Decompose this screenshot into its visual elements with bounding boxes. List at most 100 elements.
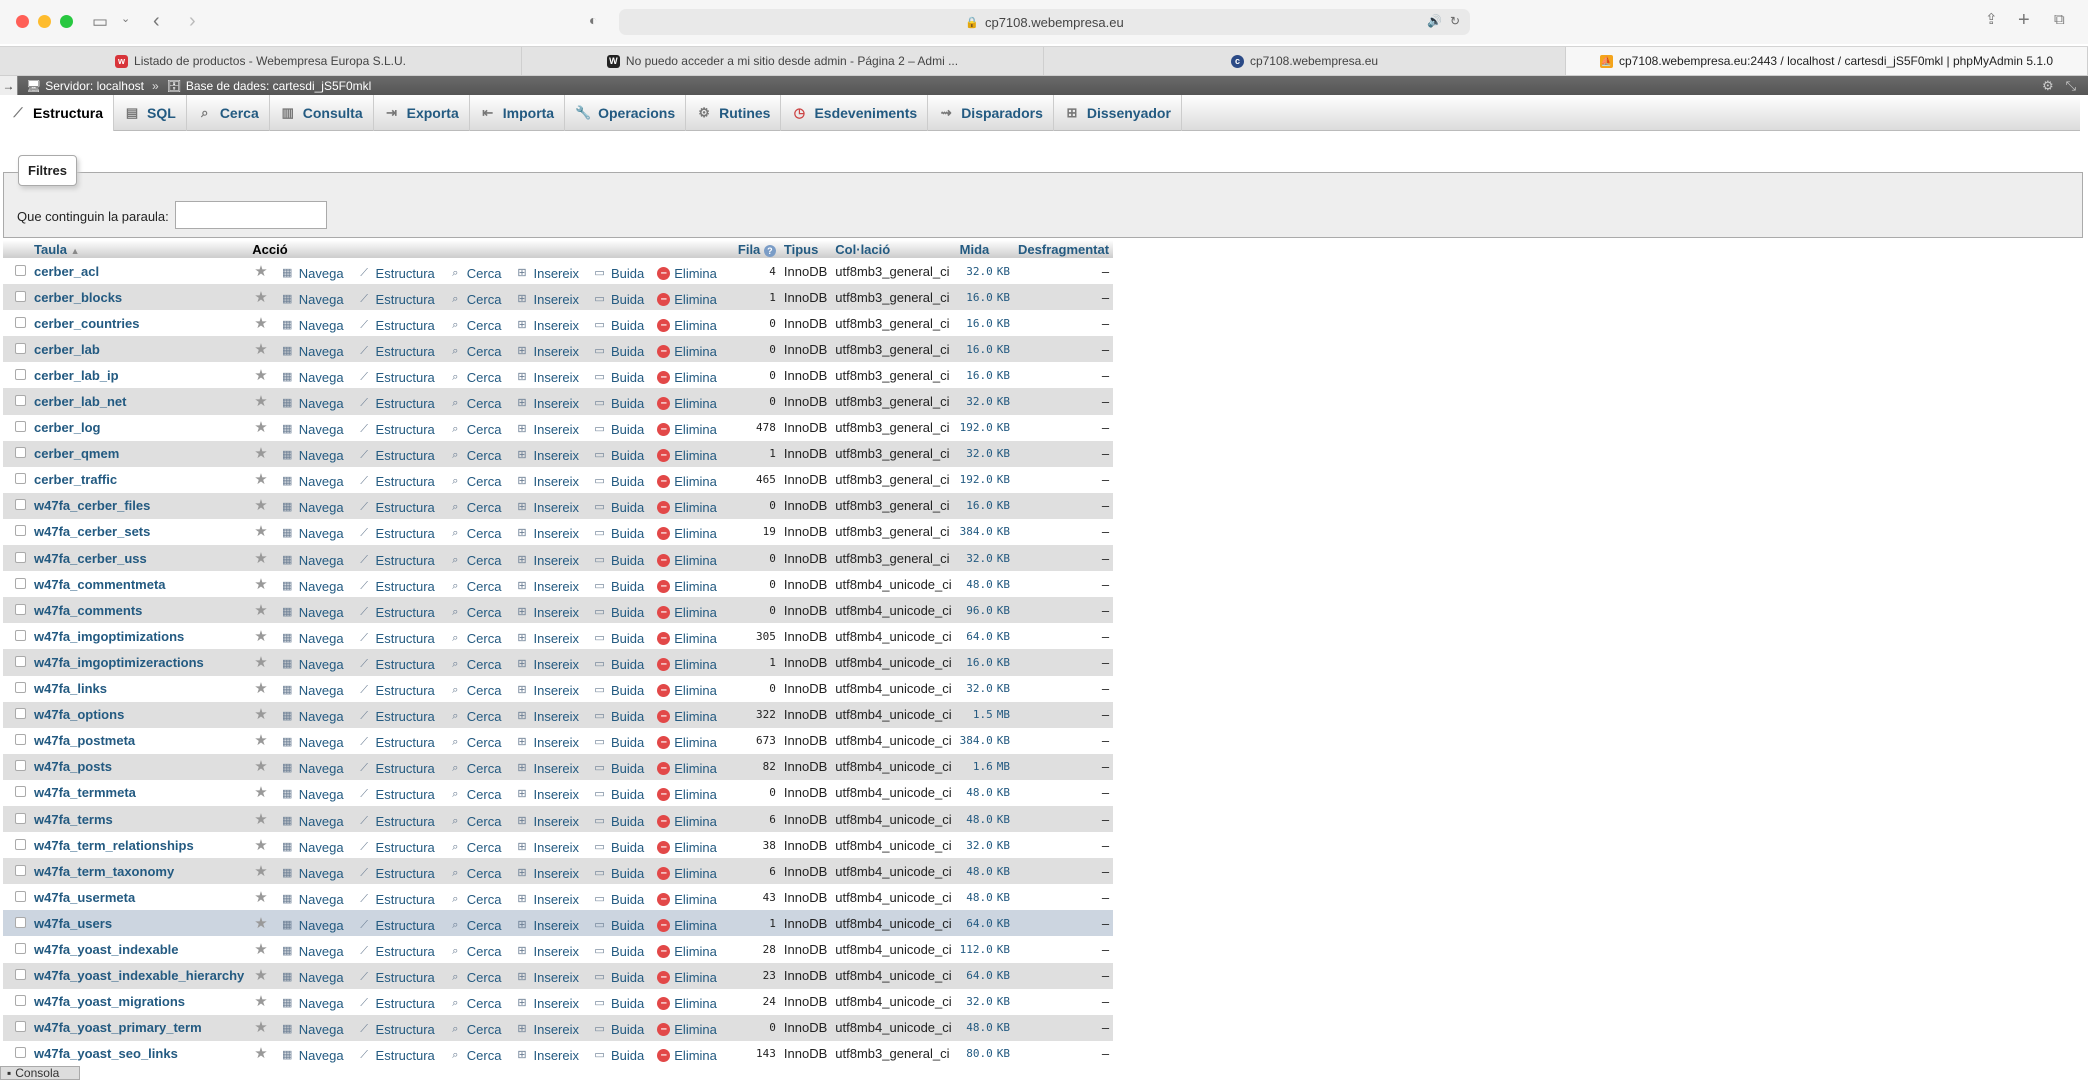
table-size[interactable]: 16.0 KB [955,310,1015,337]
browse-action[interactable]: ▦ Navega [280,840,344,855]
table-row[interactable]: cerber_lab ★ ▦ Navega ⟋ Estructura ⌕ Cerca ⊞ Inse… [3,336,1114,363]
row-checkbox[interactable] [15,603,26,615]
search-action[interactable]: ⌕ Cerca [448,474,501,489]
empty-action[interactable]: ▭ Buida [592,1022,644,1037]
drop-action[interactable]: – Elimina [657,1048,717,1063]
table-name-link[interactable]: cerber_lab_net [34,394,127,409]
row-checkbox[interactable] [15,316,26,328]
browse-action[interactable]: ▦ Navega [280,814,344,829]
settings-gear-icon[interactable]: ⚙ [2042,78,2054,94]
structure-action[interactable]: ⟋ Estructura [357,944,435,959]
empty-action[interactable]: ▭ Buida [592,474,644,489]
empty-action[interactable]: ▭ Buida [592,735,644,750]
table-row[interactable]: w47fa_imgoptimizeractions ★ ▦ Navega ⟋ Estruc… [3,649,1114,676]
table-row[interactable]: w47fa_term_relationships ★ ▦ Navega ⟋ Estruct… [3,832,1114,859]
browse-action[interactable]: ▦ Navega [280,318,344,333]
table-name-link[interactable]: w47fa_usermeta [34,890,135,905]
table-name-link[interactable]: w47fa_cerber_sets [34,524,150,539]
favorite-star-icon[interactable]: ★ [254,967,267,984]
favorite-star-icon[interactable]: ★ [254,993,267,1010]
drop-action[interactable]: – Elimina [657,292,717,307]
search-action[interactable]: ⌕ Cerca [448,553,501,568]
tab-importa[interactable]: ⇤ Importa [470,95,566,131]
drop-action[interactable]: – Elimina [657,814,717,829]
row-checkbox[interactable] [15,969,26,981]
table-name-link[interactable]: w47fa_users [34,916,112,931]
drop-action[interactable]: – Elimina [657,735,717,750]
empty-action[interactable]: ▭ Buida [592,292,644,307]
search-action[interactable]: ⌕ Cerca [448,709,501,724]
insert-action[interactable]: ⊞ Insereix [514,787,579,802]
favorite-star-icon[interactable]: ★ [254,419,267,436]
console-toggle[interactable]: ▪ Consola [0,1066,80,1080]
speaker-icon[interactable]: 🔊 [1427,14,1442,28]
structure-action[interactable]: ⟋ Estructura [357,970,435,985]
drop-action[interactable]: – Elimina [657,918,717,933]
minimize-window-button[interactable] [38,15,51,28]
structure-action[interactable]: ⟋ Estructura [357,605,435,620]
browse-action[interactable]: ▦ Navega [280,474,344,489]
browse-action[interactable]: ▦ Navega [280,892,344,907]
header-overhead[interactable]: Desfragmentat [1014,240,1114,258]
table-size[interactable]: 16.0 KB [955,362,1015,389]
search-action[interactable]: ⌕ Cerca [448,526,501,541]
table-row[interactable]: cerber_acl ★ ▦ Navega ⟋ Estructura ⌕ Cerca ⊞ Inse… [3,258,1114,285]
search-action[interactable]: ⌕ Cerca [448,579,501,594]
structure-action[interactable]: ⟋ Estructura [357,396,435,411]
structure-action[interactable]: ⟋ Estructura [357,631,435,646]
filter-input[interactable] [175,201,327,229]
table-size[interactable]: 80.0 KB [955,1040,1015,1067]
breadcrumb-server[interactable]: Servidor: localhost [45,79,144,93]
tab-cerca[interactable]: ⌕ Cerca [187,95,270,131]
help-icon[interactable]: ? [763,244,776,257]
table-row[interactable]: w47fa_links ★ ▦ Navega ⟋ Estructura ⌕ Cerca ⊞ Ins… [3,675,1114,702]
table-name-link[interactable]: cerber_lab [34,342,100,357]
table-name-link[interactable]: w47fa_yoast_seo_links [34,1046,178,1061]
table-size[interactable]: 48.0 KB [955,805,1015,833]
table-row[interactable]: cerber_countries ★ ▦ Navega ⟋ Estructura ⌕ Cerc… [3,310,1114,337]
browse-action[interactable]: ▦ Navega [280,683,344,698]
table-row[interactable]: cerber_traffic ★ ▦ Navega ⟋ Estructura ⌕ Cerca ⊞… [3,466,1114,493]
structure-action[interactable]: ⟋ Estructura [357,579,435,594]
search-action[interactable]: ⌕ Cerca [448,840,501,855]
table-name-link[interactable]: w47fa_links [34,681,107,696]
empty-action[interactable]: ▭ Buida [592,344,644,359]
table-size[interactable]: 32.0 KB [955,988,1015,1015]
browse-action[interactable]: ▦ Navega [280,996,344,1011]
insert-action[interactable]: ⊞ Insereix [514,996,579,1011]
browse-action[interactable]: ▦ Navega [280,344,344,359]
table-name-link[interactable]: w47fa_term_relationships [34,838,194,853]
table-row[interactable]: w47fa_comments ★ ▦ Navega ⟋ Estructura ⌕ Cerca ⊞… [3,597,1114,624]
browser-tab[interactable]: w Listado de productos - Webempresa Euro… [0,47,522,75]
drop-action[interactable]: – Elimina [657,318,717,333]
browse-action[interactable]: ▦ Navega [280,1022,344,1037]
favorite-star-icon[interactable]: ★ [254,784,267,801]
drop-action[interactable]: – Elimina [657,344,717,359]
browse-action[interactable]: ▦ Navega [280,787,344,802]
row-checkbox[interactable] [15,812,26,824]
favorite-star-icon[interactable]: ★ [254,497,267,514]
tab-disparadors[interactable]: ⇝ Disparadors [928,95,1054,131]
row-checkbox[interactable] [15,368,26,380]
table-size[interactable]: 64.0 KB [955,962,1015,989]
row-checkbox[interactable] [15,473,26,485]
search-action[interactable]: ⌕ Cerca [448,292,501,307]
favorite-star-icon[interactable]: ★ [254,367,267,384]
insert-action[interactable]: ⊞ Insereix [514,709,579,724]
table-size[interactable]: 192.0 KB [955,414,1015,441]
structure-action[interactable]: ⟋ Estructura [357,657,435,672]
search-action[interactable]: ⌕ Cerca [448,448,501,463]
tab-rutines[interactable]: ⚙ Rutines [686,95,782,131]
collapse-icon[interactable]: ⤡ [2066,78,2076,94]
table-row[interactable]: w47fa_users ★ ▦ Navega ⟋ Estructura ⌕ Cerca ⊞ Ins… [3,910,1114,937]
drop-action[interactable]: – Elimina [657,396,717,411]
search-action[interactable]: ⌕ Cerca [448,735,501,750]
table-name-link[interactable]: w47fa_posts [34,759,112,774]
favorite-star-icon[interactable]: ★ [254,811,267,828]
table-row[interactable]: w47fa_termmeta ★ ▦ Navega ⟋ Estructura ⌕ Cerca ⊞… [3,779,1114,806]
table-size[interactable]: 16.0 KB [955,284,1015,311]
table-name-link[interactable]: cerber_countries [34,316,140,331]
empty-action[interactable]: ▭ Buida [592,866,644,881]
search-action[interactable]: ⌕ Cerca [448,344,501,359]
table-size[interactable]: 16.0 KB [955,336,1015,363]
